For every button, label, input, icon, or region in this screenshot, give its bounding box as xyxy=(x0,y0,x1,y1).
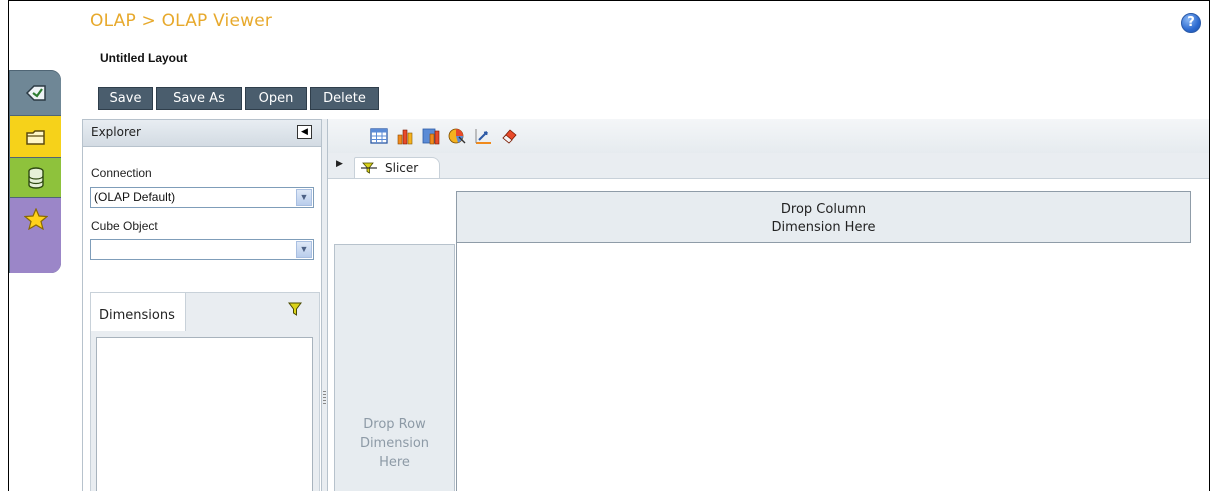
side-tab-files[interactable] xyxy=(10,116,61,158)
chevron-down-icon: ▼ xyxy=(296,189,312,206)
connection-label: Connection xyxy=(91,166,152,180)
explorer-title: Explorer xyxy=(91,125,141,139)
breadcrumb[interactable]: OLAP > OLAP Viewer xyxy=(90,11,272,31)
cube-object-select[interactable]: ▼ xyxy=(90,239,314,260)
side-tab-favorites[interactable] xyxy=(10,198,61,273)
tag-icon xyxy=(25,85,46,101)
side-tab-tags[interactable] xyxy=(10,71,61,116)
connection-select[interactable]: (OLAP Default) ▼ xyxy=(90,187,314,208)
dimensions-tab-label: Dimensions xyxy=(99,308,175,323)
save-as-button[interactable]: Save As xyxy=(156,87,242,110)
chevron-down-icon: ▼ xyxy=(296,241,312,258)
row-drop-line2: Dimension xyxy=(359,436,430,451)
olap-view: ▶ Slicer Drop Column Dimension Here Drop… xyxy=(327,119,1209,491)
delete-button[interactable]: Delete xyxy=(310,87,379,110)
slicer-label: Slicer xyxy=(385,161,419,175)
row-drop-text: Drop Row Dimension Here xyxy=(335,415,454,472)
layout-name: Untitled Layout xyxy=(100,51,188,65)
app-frame: OLAP > OLAP Viewer ? Untitled Layout Sav… xyxy=(8,0,1210,491)
column-drop-line2: Dimension Here xyxy=(771,220,876,235)
data-grid-area[interactable] xyxy=(456,243,1192,491)
slicer-bar: ▶ Slicer xyxy=(328,153,1209,179)
row-dimension-drop-zone[interactable]: Drop Row Dimension Here xyxy=(334,244,455,491)
eraser-icon[interactable] xyxy=(500,127,518,145)
bar-chart-icon[interactable] xyxy=(396,127,414,145)
side-tab-strip xyxy=(9,70,61,273)
side-tab-data[interactable] xyxy=(10,158,61,198)
row-drop-line1: Drop Row xyxy=(363,417,426,432)
star-icon xyxy=(23,208,48,230)
expand-slicer-icon[interactable]: ▶ xyxy=(336,159,343,169)
splitter-grip-icon[interactable] xyxy=(323,391,326,405)
explorer-panel: Explorer ◀ Connection (OLAP Default) ▼ C… xyxy=(82,119,322,491)
explorer-header: Explorer ◀ xyxy=(83,120,321,147)
row-drop-line3: Here xyxy=(379,455,410,470)
line-chart-icon[interactable] xyxy=(474,127,492,145)
filter-funnel-icon[interactable] xyxy=(288,302,302,316)
help-icon[interactable]: ? xyxy=(1181,13,1201,33)
column-drop-line1: Drop Column xyxy=(780,202,867,217)
tab-slicer[interactable]: Slicer xyxy=(354,157,440,178)
view-toolbar xyxy=(328,119,1209,154)
save-button[interactable]: Save xyxy=(98,87,153,110)
open-button[interactable]: Open xyxy=(245,87,307,110)
pie-chart-icon[interactable] xyxy=(448,127,466,145)
cube-object-label: Cube Object xyxy=(91,219,158,233)
dimensions-panel: Dimensions xyxy=(90,292,320,491)
table-icon[interactable] xyxy=(370,127,388,145)
dimensions-list[interactable] xyxy=(96,337,313,491)
collapse-explorer-button[interactable]: ◀ xyxy=(297,125,312,139)
column-dimension-drop-zone[interactable]: Drop Column Dimension Here xyxy=(456,191,1191,243)
slicer-funnel-icon xyxy=(361,162,377,174)
connection-value: (OLAP Default) xyxy=(94,190,176,204)
combo-chart-icon[interactable] xyxy=(422,127,440,145)
folder-icon xyxy=(25,129,45,145)
database-icon xyxy=(27,166,44,189)
tab-dimensions[interactable]: Dimensions xyxy=(90,292,186,331)
explorer-body: Connection (OLAP Default) ▼ Cube Object … xyxy=(83,147,321,491)
